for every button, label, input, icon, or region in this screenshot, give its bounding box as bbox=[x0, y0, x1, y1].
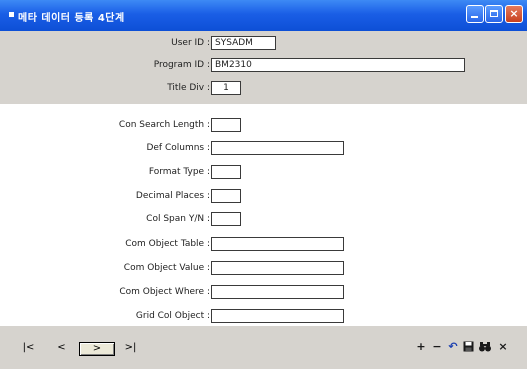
col-span-label: Col Span Y/N : bbox=[146, 214, 210, 224]
com-object-where-field[interactable] bbox=[211, 285, 344, 299]
footer-toolbar: |< < > >| + − ↶ × bbox=[0, 326, 527, 369]
user-id-field[interactable]: SYSADM bbox=[211, 36, 276, 50]
format-type-field[interactable] bbox=[211, 165, 241, 179]
first-record-icon: |< bbox=[22, 342, 35, 353]
user-id-label: User ID : bbox=[171, 38, 210, 48]
con-search-length-field[interactable] bbox=[211, 118, 241, 132]
com-object-value-field[interactable] bbox=[211, 261, 344, 275]
header-panel: User ID : SYSADM Program ID : BM2310 Tit… bbox=[0, 31, 527, 104]
close-form-icon: × bbox=[498, 340, 508, 353]
add-button[interactable]: + bbox=[414, 340, 428, 354]
program-id-field[interactable]: BM2310 bbox=[211, 58, 465, 72]
prev-record-icon: < bbox=[57, 342, 66, 353]
maximize-button[interactable] bbox=[485, 5, 503, 23]
minimize-icon bbox=[471, 16, 478, 18]
first-record-button[interactable]: |< bbox=[20, 342, 37, 356]
decimal-places-label: Decimal Places : bbox=[135, 191, 210, 201]
next-record-button[interactable]: > bbox=[79, 342, 115, 356]
con-search-length-label: Con Search Length : bbox=[118, 120, 210, 130]
window-titlebar[interactable]: 메타 데이터 등록 4단계 × bbox=[0, 0, 527, 31]
prev-record-button[interactable]: < bbox=[53, 342, 70, 356]
find-button[interactable] bbox=[478, 340, 492, 354]
undo-button[interactable]: ↶ bbox=[446, 340, 460, 354]
def-columns-label: Def Columns : bbox=[146, 143, 210, 153]
last-record-button[interactable]: >| bbox=[122, 342, 139, 356]
window-title: 메타 데이터 등록 4단계 bbox=[18, 13, 125, 24]
save-button[interactable] bbox=[461, 340, 475, 354]
com-object-table-label: Com Object Table : bbox=[125, 239, 210, 249]
binoculars-icon bbox=[479, 342, 491, 352]
save-icon bbox=[463, 341, 473, 352]
com-object-table-field[interactable] bbox=[211, 237, 344, 251]
def-columns-field[interactable] bbox=[211, 141, 344, 155]
grid-col-object-label: Grid Col Object : bbox=[135, 311, 210, 321]
maximize-icon bbox=[490, 10, 498, 17]
decimal-places-field[interactable] bbox=[211, 189, 241, 203]
grid-col-object-field[interactable] bbox=[211, 309, 344, 323]
undo-icon: ↶ bbox=[448, 340, 458, 353]
close-form-button[interactable]: × bbox=[496, 340, 510, 354]
close-icon: × bbox=[509, 7, 519, 20]
format-type-label: Format Type : bbox=[148, 167, 210, 177]
com-object-value-label: Com Object Value : bbox=[123, 263, 210, 273]
window-app-icon bbox=[9, 12, 14, 17]
minimize-button[interactable] bbox=[466, 5, 484, 23]
next-record-icon: > bbox=[92, 343, 102, 354]
plus-icon: + bbox=[416, 340, 426, 353]
com-object-where-label: Com Object Where : bbox=[119, 287, 210, 297]
col-span-field[interactable] bbox=[211, 212, 241, 226]
delete-button[interactable]: − bbox=[430, 340, 444, 354]
minus-icon: − bbox=[432, 340, 442, 353]
title-div-label: Title Div : bbox=[167, 83, 210, 93]
last-record-icon: >| bbox=[124, 342, 137, 353]
program-id-label: Program ID : bbox=[153, 60, 210, 70]
title-div-field[interactable]: 1 bbox=[211, 81, 241, 95]
close-button[interactable]: × bbox=[505, 5, 523, 23]
